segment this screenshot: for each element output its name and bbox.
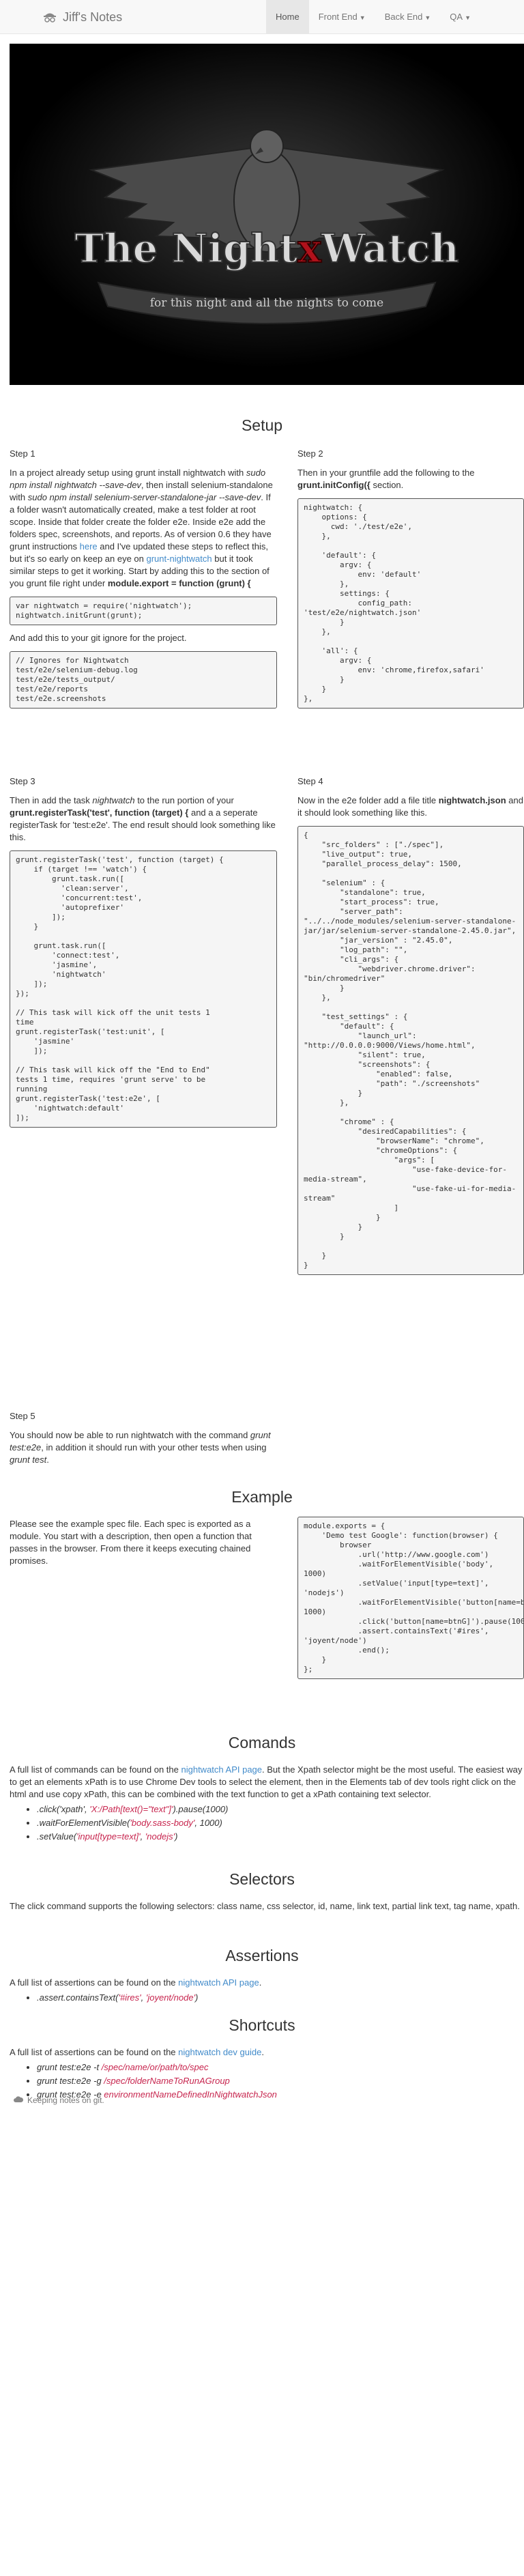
main-nav: Home Front End ▼ Back End ▼ QA ▼ [266,0,480,34]
cloud-icon [14,2094,24,2106]
list-item: .setValue('input[type=text]', 'nodejs') [37,1831,524,1843]
logo-subtitle: for this night and all the nights to com… [150,296,383,310]
step-2-label: Step 2 [297,448,323,459]
code-gitignore: // Ignores for Nightwatch test/e2e/selen… [10,651,277,709]
step-5: Step 5 You should now be able to run nig… [10,1410,277,1473]
nav-front-end[interactable]: Front End ▼ [309,0,375,34]
caret-down-icon: ▼ [465,14,471,21]
list-item: .assert.containsText('#ires', 'joyent/no… [37,1992,524,2004]
hero-banner: The NightxWatch for this night and all t… [10,44,524,385]
nav-home[interactable]: Home [266,0,309,34]
step-5-text: You should now be able to run nightwatch… [10,1430,271,1465]
instructions-link[interactable]: here [80,541,98,552]
step-1: Step 1 In a project already setup using … [10,448,277,709]
assertions-list: .assert.containsText('#ires', 'joyent/no… [10,1992,524,2004]
step-3-label: Step 3 [10,776,35,786]
comands-section: A full list of commands can be found on … [10,1764,524,1844]
comands-text: A full list of commands can be found on … [10,1764,523,1799]
footer: Keeping notes on git. [14,2094,104,2106]
nav-back-end[interactable]: Back End ▼ [375,0,441,34]
step-4-text: Now in the e2e folder add a file title n… [297,795,523,818]
nav-front-end-label: Front End [318,12,358,22]
shortcuts-heading: Shortcuts [229,2016,295,2034]
example-heading: Example [231,1488,293,1506]
spy-icon [42,10,57,25]
example-text-col: Please see the example spec file. Each s… [10,1518,277,1574]
list-item: grunt test:e2e -g /spec/folderNameToRunA… [37,2075,524,2087]
nav-qa[interactable]: QA ▼ [440,0,480,34]
step-3: Step 3 Then in add the task nightwatch t… [10,775,277,1128]
assertions-section: A full list of assertions can be found o… [10,1977,524,2005]
list-item: grunt test:e2e -t /spec/name/or/path/to/… [37,2061,524,2074]
step-5-label: Step 5 [10,1411,35,1421]
selectors-text: The click command supports the following… [10,1901,520,1911]
selectors-heading: Selectors [229,1870,295,1888]
code-example-spec: module.exports = { 'Demo test Google': f… [297,1517,524,1679]
step-4-label: Step 4 [297,776,323,786]
nav-qa-label: QA [450,12,463,22]
brand-name: Jiff's Notes [63,10,123,24]
caret-down-icon: ▼ [424,14,431,21]
selectors-section: The click command supports the following… [10,1900,524,1913]
gitignore-text: And add this to your git ignore for the … [10,633,187,643]
code-nightwatch-config: nightwatch: { options: { cwd: './test/e2… [297,498,524,709]
step-1-label: Step 1 [10,448,35,459]
code-nightwatch-json: { "src_folders" : ["./spec"], "live_outp… [297,826,524,1275]
step-3-text: Then in add the task nightwatch to the r… [10,795,276,842]
setup-heading: Setup [241,416,283,434]
assertions-text: A full list of assertions can be found o… [10,1977,262,1988]
logo-title: The NightxWatch [74,225,459,272]
assertions-heading: Assertions [225,1947,299,1964]
grunt-nightwatch-link[interactable]: grunt-nightwatch [147,554,212,564]
nightwatch-api-link[interactable]: nightwatch API page [181,1764,262,1775]
example-text: Please see the example spec file. Each s… [10,1519,252,1566]
night-watch-logo: The NightxWatch for this night and all t… [10,44,524,385]
list-item: .click('xpath', 'X:/Path[text()="text"]'… [37,1803,524,1816]
navbar: Jiff's Notes Home Front End ▼ Back End ▼ Q… [0,0,524,34]
step-4: Step 4 Now in the e2e folder add a file … [297,775,524,1275]
brand-link[interactable]: Jiff's Notes [42,0,122,34]
comands-heading: Comands [228,1734,296,1751]
code-require-nightwatch: var nightwatch = require('nightwatch'); … [10,597,277,625]
step-2: Step 2 Then in your gruntfile add the fo… [297,448,524,709]
list-item: .waitForElementVisible('body.sass-body',… [37,1817,524,1829]
footer-text: Keeping notes on git. [27,2095,104,2105]
nav-back-end-label: Back End [384,12,423,22]
example-code-col: module.exports = { 'Demo test Google': f… [297,1517,524,1679]
nav-home-label: Home [276,12,300,22]
assertions-api-link[interactable]: nightwatch API page [178,1977,259,1988]
step-2-text: Then in your gruntfile add the following… [297,468,475,490]
code-register-task: grunt.registerTask('test', function (tar… [10,850,277,1128]
step-1-text: In a project already setup using grunt i… [10,468,273,588]
comands-list: .click('xpath', 'X:/Path[text()="text"]'… [10,1803,524,1843]
caret-down-icon: ▼ [359,14,366,21]
shortcuts-text: A full list of assertions can be found o… [10,2047,264,2057]
nightwatch-dev-guide-link[interactable]: nightwatch dev guide [178,2047,261,2057]
list-item: grunt test:e2e -e environmentNameDefined… [37,2089,524,2101]
